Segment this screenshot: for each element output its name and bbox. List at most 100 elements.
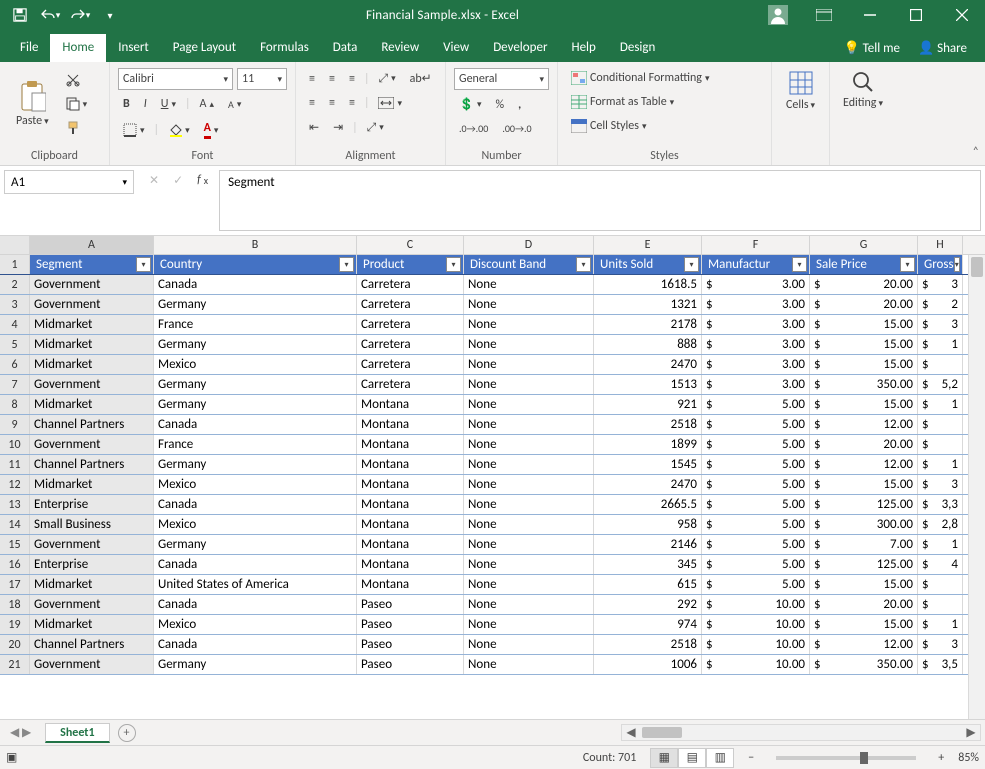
- cell[interactable]: $5.00: [702, 535, 810, 554]
- cell[interactable]: 2518: [594, 415, 702, 434]
- cell[interactable]: 2665.5: [594, 495, 702, 514]
- align-top-button[interactable]: ≡: [304, 69, 320, 89]
- row-header[interactable]: 1: [0, 255, 30, 274]
- cell[interactable]: $20.00: [810, 295, 918, 314]
- cell[interactable]: Canada: [154, 495, 357, 514]
- cell[interactable]: Enterprise: [30, 555, 154, 574]
- table-row[interactable]: 7GovernmentGermanyCarreteraNone1513$3.00…: [0, 375, 985, 395]
- cell[interactable]: Carretera: [357, 295, 464, 314]
- name-box[interactable]: A1▾: [4, 170, 134, 194]
- row-header[interactable]: 3: [0, 295, 30, 314]
- cell[interactable]: Carretera: [357, 355, 464, 374]
- cell[interactable]: Montana: [357, 515, 464, 534]
- cell[interactable]: 1513: [594, 375, 702, 394]
- cell[interactable]: Carretera: [357, 315, 464, 334]
- redo-button[interactable]: ▾: [66, 2, 94, 28]
- cell[interactable]: $20.00: [810, 275, 918, 294]
- cell[interactable]: Small Business: [30, 515, 154, 534]
- percent-format-button[interactable]: %: [490, 95, 509, 115]
- cell[interactable]: $3.00: [702, 335, 810, 354]
- cell[interactable]: Channel Partners: [30, 635, 154, 654]
- align-left-button[interactable]: ≡: [304, 93, 320, 113]
- zoom-thumb[interactable]: [860, 752, 868, 764]
- row-header[interactable]: 17: [0, 575, 30, 594]
- cell[interactable]: $15.00: [810, 475, 918, 494]
- table-row[interactable]: 16EnterpriseCanadaMontanaNone345$5.00$12…: [0, 555, 985, 575]
- table-row[interactable]: 13EnterpriseCanadaMontanaNone2665.5$5.00…: [0, 495, 985, 515]
- cell[interactable]: $3.00: [702, 375, 810, 394]
- cell[interactable]: Germany: [154, 395, 357, 414]
- cell[interactable]: Paseo: [357, 615, 464, 634]
- tell-me[interactable]: 💡 Tell me: [839, 35, 904, 62]
- cells-button[interactable]: Cells▾: [780, 66, 821, 116]
- cell[interactable]: $3: [918, 275, 963, 294]
- filter-icon[interactable]: ▾: [684, 257, 699, 272]
- cell[interactable]: $10.00: [702, 595, 810, 614]
- scroll-left-icon[interactable]: ◀: [622, 725, 640, 740]
- underline-button[interactable]: U▾: [156, 94, 181, 114]
- horizontal-scrollbar[interactable]: ◀ ▶: [621, 724, 981, 741]
- cell[interactable]: 1618.5: [594, 275, 702, 294]
- tab-view[interactable]: View: [431, 34, 481, 62]
- cell[interactable]: None: [464, 595, 594, 614]
- table-row[interactable]: 14Small BusinessMexicoMontanaNone958$5.0…: [0, 515, 985, 535]
- cell[interactable]: $5.00: [702, 575, 810, 594]
- cell[interactable]: $12.00: [810, 415, 918, 434]
- cell[interactable]: $5.00: [702, 555, 810, 574]
- cell[interactable]: Government: [30, 435, 154, 454]
- page-layout-view-button[interactable]: ▤: [678, 748, 706, 768]
- cell[interactable]: Government: [30, 375, 154, 394]
- column-header-A[interactable]: A: [30, 236, 154, 254]
- table-row[interactable]: 21GovernmentGermanyPaseoNone1006$10.00$3…: [0, 655, 985, 675]
- cell[interactable]: $4: [918, 555, 963, 574]
- cell[interactable]: Montana: [357, 535, 464, 554]
- decrease-decimal-button[interactable]: .00→.0: [497, 119, 536, 138]
- cell[interactable]: None: [464, 655, 594, 674]
- cell[interactable]: 958: [594, 515, 702, 534]
- user-avatar[interactable]: [755, 0, 801, 30]
- cell[interactable]: 974: [594, 615, 702, 634]
- scrollbar-thumb[interactable]: [971, 257, 983, 277]
- cell[interactable]: None: [464, 615, 594, 634]
- zoom-slider[interactable]: [776, 756, 916, 760]
- enter-formula-button[interactable]: ✓: [168, 170, 188, 191]
- cell[interactable]: Mexico: [154, 355, 357, 374]
- close-button[interactable]: [939, 0, 985, 30]
- cell[interactable]: 2178: [594, 315, 702, 334]
- increase-font-button[interactable]: A▴: [195, 94, 219, 114]
- cut-button[interactable]: [61, 70, 93, 90]
- table-header-cell[interactable]: Discount Band▾: [464, 255, 594, 274]
- ribbon-display-options[interactable]: [801, 0, 847, 30]
- cell[interactable]: Paseo: [357, 655, 464, 674]
- cell[interactable]: Canada: [154, 415, 357, 434]
- filter-icon[interactable]: ▾: [446, 257, 461, 272]
- cell[interactable]: 2470: [594, 475, 702, 494]
- increase-indent-button[interactable]: ⇥: [328, 117, 348, 138]
- zoom-in-button[interactable]: +: [938, 751, 944, 765]
- record-macro-icon[interactable]: ▣: [6, 750, 17, 765]
- cell[interactable]: $2: [918, 295, 963, 314]
- table-header-cell[interactable]: Manufactur▾: [702, 255, 810, 274]
- tab-page-layout[interactable]: Page Layout: [161, 34, 248, 62]
- zoom-level[interactable]: 85%: [958, 751, 979, 765]
- qat-customize[interactable]: ▾: [96, 2, 124, 28]
- cell[interactable]: $3,3: [918, 495, 963, 514]
- table-row[interactable]: 20Channel PartnersCanadaPaseoNone2518$10…: [0, 635, 985, 655]
- cell-styles-button[interactable]: Cell Styles▾: [566, 116, 763, 136]
- orientation-dd[interactable]: ⤢▾: [362, 118, 389, 138]
- cell[interactable]: $: [918, 595, 963, 614]
- cell[interactable]: France: [154, 315, 357, 334]
- cell[interactable]: Midmarket: [30, 395, 154, 414]
- row-header[interactable]: 21: [0, 655, 30, 674]
- column-header-B[interactable]: B: [154, 236, 357, 254]
- cell[interactable]: $3.00: [702, 275, 810, 294]
- table-row[interactable]: 11Channel PartnersGermanyMontanaNone1545…: [0, 455, 985, 475]
- font-size-combo[interactable]: 11▾: [237, 68, 287, 90]
- conditional-formatting-button[interactable]: Conditional Formatting▾: [566, 68, 763, 88]
- row-header[interactable]: 13: [0, 495, 30, 514]
- cell[interactable]: 2518: [594, 635, 702, 654]
- cell[interactable]: $: [918, 575, 963, 594]
- table-header-cell[interactable]: Segment▾: [30, 255, 154, 274]
- cell[interactable]: $3,5: [918, 655, 963, 674]
- tab-home[interactable]: Home: [50, 34, 106, 62]
